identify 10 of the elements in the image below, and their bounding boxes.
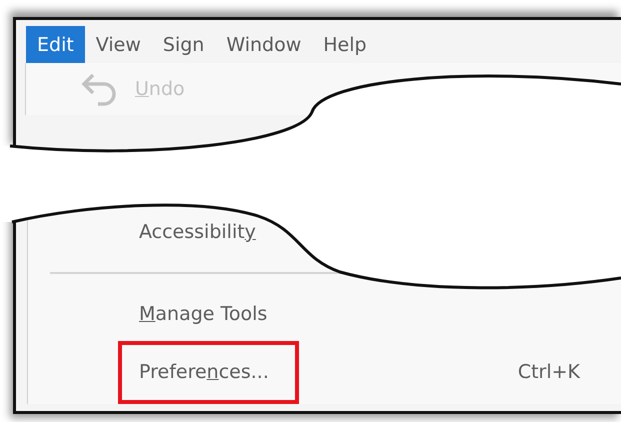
- menu-bar-item[interactable]: View: [84, 26, 152, 63]
- menu-bar-item[interactable]: Sign: [152, 26, 216, 63]
- menu-bar-item[interactable]: Window: [215, 26, 312, 63]
- menu-item[interactable]: Preferences...: [139, 361, 269, 383]
- menu-bar-item[interactable]: Help: [312, 26, 378, 63]
- menu-item[interactable]: Accessibility: [139, 221, 256, 243]
- menu-item[interactable]: Manage Tools: [139, 303, 268, 325]
- menu-bar-item[interactable]: Edit: [26, 26, 85, 63]
- undo-icon: [80, 71, 118, 107]
- shortcut-label: Ctrl+K: [518, 361, 580, 383]
